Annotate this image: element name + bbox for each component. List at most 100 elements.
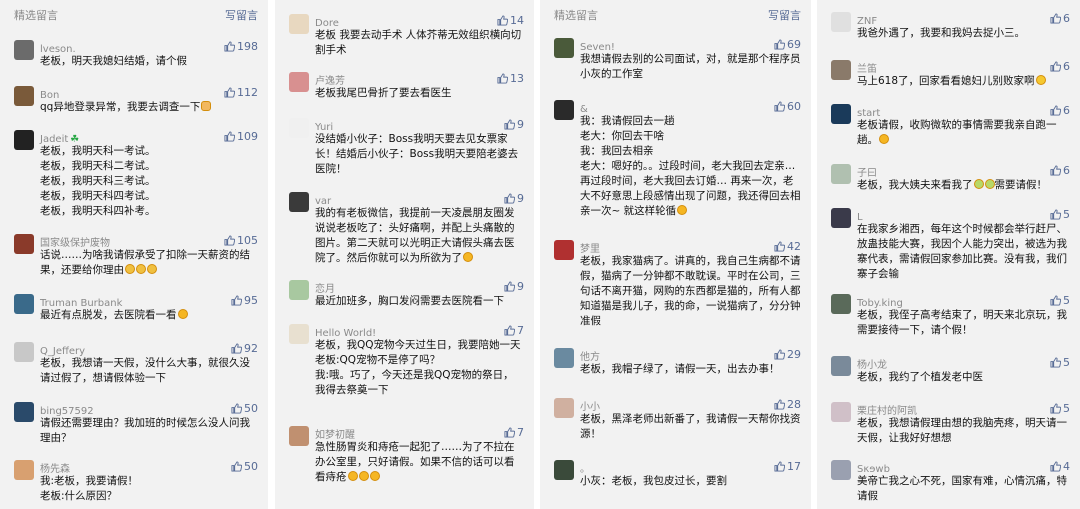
avatar[interactable] bbox=[14, 402, 34, 422]
like-button[interactable]: 50 bbox=[231, 402, 258, 415]
avatar[interactable] bbox=[14, 86, 34, 106]
nickname: 如梦初醒 bbox=[315, 429, 355, 441]
like-button[interactable]: 95 bbox=[231, 294, 258, 307]
comment-text: 急性肠胃炎和痔疮一起犯了……为了不拉在办公室里，只好请假。如果不信的话可以看看痔… bbox=[315, 440, 524, 485]
nickname-wrap: 子曰 bbox=[857, 161, 877, 180]
like-button[interactable]: 112 bbox=[224, 86, 258, 99]
smile-emoji bbox=[358, 471, 369, 481]
like-button[interactable]: 6 bbox=[1050, 104, 1070, 117]
nickname-wrap: Bon bbox=[40, 83, 59, 102]
avatar[interactable] bbox=[554, 348, 574, 368]
nickname: start bbox=[857, 107, 881, 119]
like-button[interactable]: 69 bbox=[774, 38, 801, 51]
avatar[interactable] bbox=[831, 60, 851, 80]
avatar[interactable] bbox=[14, 40, 34, 60]
nickname: bing57592 bbox=[40, 405, 94, 417]
like-count: 9 bbox=[517, 191, 524, 205]
comment-header: 栗庄村的阿凯 5 bbox=[857, 400, 1070, 417]
avatar[interactable] bbox=[554, 240, 574, 260]
avatar[interactable] bbox=[831, 164, 851, 184]
like-button[interactable]: 14 bbox=[497, 14, 524, 27]
comment-panel-4: ZNF 6 我爸外遇了，我要和我妈去捉小三。 兰笛 6 马上618了，回家看看媳妇儿别败家… bbox=[817, 0, 1080, 509]
avatar[interactable] bbox=[14, 234, 34, 254]
comment-item: Bon 112 qq异地登录异常，我要去调查一下 bbox=[0, 84, 268, 115]
comment-header: Toby.king 5 bbox=[857, 292, 1070, 309]
like-button[interactable]: 4 bbox=[1050, 460, 1070, 473]
avatar[interactable] bbox=[831, 104, 851, 124]
like-button[interactable]: 9 bbox=[504, 192, 524, 205]
like-button[interactable]: 5 bbox=[1050, 402, 1070, 415]
avatar[interactable] bbox=[289, 324, 309, 344]
like-button[interactable]: 7 bbox=[504, 324, 524, 337]
like-button[interactable]: 50 bbox=[231, 460, 258, 473]
thumb-up-icon bbox=[224, 86, 235, 98]
like-button[interactable]: 28 bbox=[774, 398, 801, 411]
avatar[interactable] bbox=[14, 130, 34, 150]
like-button[interactable]: 6 bbox=[1050, 164, 1070, 177]
smile-emoji bbox=[369, 471, 380, 481]
like-button[interactable]: 9 bbox=[504, 118, 524, 131]
like-button[interactable]: 5 bbox=[1050, 356, 1070, 369]
like-button[interactable]: 105 bbox=[224, 234, 258, 247]
avatar[interactable] bbox=[831, 460, 851, 480]
write-comment-link[interactable]: 写留言 bbox=[225, 7, 258, 23]
like-button[interactable]: 6 bbox=[1050, 60, 1070, 73]
comment-body: 没结婚小伙子：Boss我明天要去见女票家长！结婚后小伙子：Boss我明天要陪老婆… bbox=[315, 133, 519, 175]
avatar[interactable] bbox=[289, 426, 309, 446]
nickname-wrap: Hello World! bbox=[315, 321, 376, 340]
like-count: 109 bbox=[237, 129, 258, 143]
comment-item: 如梦初醒 7 急性肠胃炎和痔疮一起犯了……为了不拉在办公室里，只好请假。如果不信的话… bbox=[275, 424, 534, 485]
like-count: 17 bbox=[787, 459, 801, 473]
avatar[interactable] bbox=[14, 460, 34, 480]
avatar[interactable] bbox=[554, 100, 574, 120]
nickname-wrap: var bbox=[315, 189, 331, 208]
avatar[interactable] bbox=[289, 72, 309, 92]
avatar[interactable] bbox=[289, 192, 309, 212]
cry-emoji bbox=[147, 264, 157, 274]
like-button[interactable]: 42 bbox=[774, 240, 801, 253]
nickname-wrap: & bbox=[580, 97, 588, 116]
like-button[interactable]: 5 bbox=[1050, 208, 1070, 221]
avatar[interactable] bbox=[289, 280, 309, 300]
like-button[interactable]: 6 bbox=[1050, 12, 1070, 25]
avatar[interactable] bbox=[14, 342, 34, 362]
avatar[interactable] bbox=[831, 208, 851, 228]
like-button[interactable]: 13 bbox=[497, 72, 524, 85]
comment-text: 我爸外遇了，我要和我妈去捉小三。 bbox=[857, 26, 1070, 41]
avatar[interactable] bbox=[289, 14, 309, 34]
like-button[interactable]: 9 bbox=[504, 280, 524, 293]
avatar[interactable] bbox=[289, 118, 309, 138]
avatar[interactable] bbox=[831, 294, 851, 314]
avatar[interactable] bbox=[831, 12, 851, 32]
write-comment-link[interactable]: 写留言 bbox=[768, 7, 801, 23]
like-count: 5 bbox=[1063, 355, 1070, 369]
like-button[interactable]: 7 bbox=[504, 426, 524, 439]
like-button[interactable]: 29 bbox=[774, 348, 801, 361]
avatar[interactable] bbox=[831, 402, 851, 422]
avatar[interactable] bbox=[831, 356, 851, 376]
comment-item: Truman Burbank 95 最近有点脱发，去医院看一看 bbox=[0, 292, 268, 323]
like-button[interactable]: 109 bbox=[224, 130, 258, 143]
thumb-up-icon bbox=[774, 100, 785, 112]
like-button[interactable]: 92 bbox=[231, 342, 258, 355]
avatar[interactable] bbox=[554, 460, 574, 480]
thumb-up-icon bbox=[231, 460, 242, 472]
thumb-up-icon bbox=[504, 118, 515, 130]
like-button[interactable]: 17 bbox=[774, 460, 801, 473]
like-button[interactable]: 5 bbox=[1050, 294, 1070, 307]
comment-body: 老板，我明天科一考试。 老板，我明天科二考试。 老板，我明天科三考试。 老板，我… bbox=[40, 145, 156, 217]
comment-text: 老板，黑泽老师出新番了，我请假一天帮你找资源！ bbox=[580, 412, 801, 442]
comment-item: Yuri 9 没结婚小伙子：Boss我明天要去见女票家长！结婚后小伙子：Boss我明… bbox=[275, 116, 534, 177]
like-button[interactable]: 60 bbox=[774, 100, 801, 113]
pray-emoji bbox=[201, 101, 212, 111]
avatar[interactable] bbox=[14, 294, 34, 314]
comment-text: 话说……为啥我请假承受了扣除一天薪资的结果，还要给你理由 bbox=[40, 248, 258, 278]
nickname-wrap: start bbox=[857, 101, 880, 120]
avatar[interactable] bbox=[554, 38, 574, 58]
nickname-wrap: 卢逸芳 bbox=[315, 69, 345, 88]
nickname: 兰笛 bbox=[857, 63, 877, 75]
like-button[interactable]: 198 bbox=[224, 40, 258, 53]
smile-emoji bbox=[677, 205, 688, 215]
comment-text: 我的有老板微信，我提前一天凌晨朋友圈发说说老板吃了：头好痛啊，并配上头痛散的图片… bbox=[315, 206, 524, 266]
avatar[interactable] bbox=[554, 398, 574, 418]
